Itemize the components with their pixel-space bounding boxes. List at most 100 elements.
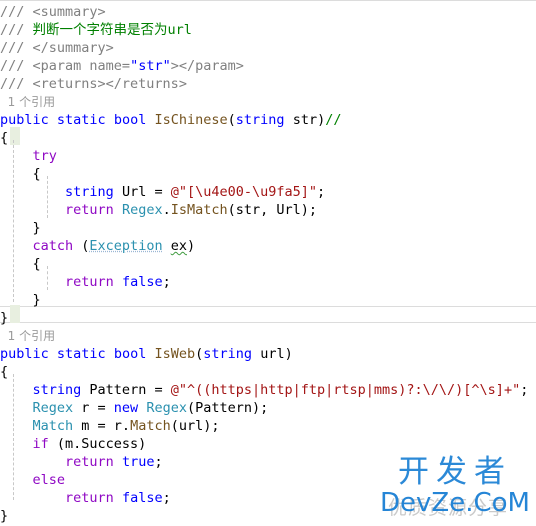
code-line[interactable]: public static bool IsWeb(string url) (0, 344, 536, 364)
code-token-ctrl: catch (32, 238, 74, 254)
code-line[interactable]: Match m = r.Match(url); (0, 416, 536, 436)
code-token-plain: } (0, 220, 41, 236)
code-token-keyword: static (56, 346, 106, 362)
code-line[interactable]: return false; (0, 272, 536, 292)
code-token-plain: (m.Success) (48, 436, 147, 452)
code-line[interactable]: { (0, 254, 536, 274)
code-token-ctrl: else (32, 472, 66, 488)
code-token-ctrl: return (65, 490, 114, 506)
code-line[interactable]: public static bool IsChinese(string str)… (0, 110, 536, 130)
code-line[interactable]: } (0, 506, 536, 526)
code-token-method: IsMatch (170, 202, 228, 218)
code-line[interactable]: 1 个引用 (0, 92, 536, 112)
code-token-string: @"^((https|http|ftp|rtsp|mms)?:\/\/)[^\s… (170, 382, 521, 398)
code-line[interactable]: return Regex.IsMatch(str, Url); (0, 200, 536, 220)
code-token-keyword: public (0, 112, 49, 128)
code-token-comment: // (325, 112, 342, 128)
code-line[interactable]: /// 判断一个字符串是否为url (0, 20, 536, 40)
code-line[interactable]: else (0, 470, 536, 490)
code-line[interactable]: { (0, 164, 536, 184)
code-line[interactable]: /// <returns></returns> (0, 74, 536, 94)
code-token-keyword: new (113, 400, 139, 416)
code-line[interactable]: /// <param name="str"></param> (0, 56, 536, 76)
code-token-string: @"[\u4e00-\u9fa5]" (170, 184, 318, 200)
code-line[interactable]: catch (Exception ex) (0, 236, 536, 256)
code-token-plain: { (0, 364, 9, 380)
code-token-plain: ; (162, 274, 171, 290)
code-token-ctrl: try (32, 148, 57, 164)
code-line[interactable]: string Url = @"[\u4e00-\u9fa5]"; (0, 182, 536, 202)
code-line[interactable]: if (m.Success) (0, 434, 536, 454)
code-token-plain: { (0, 130, 9, 146)
code-line[interactable]: /// </summary> (0, 38, 536, 58)
codelens-reference-count[interactable]: 1 个引用 (0, 329, 55, 343)
code-token-ctrl: return (65, 202, 114, 218)
code-line[interactable]: return true; (0, 452, 536, 472)
code-editor-surface[interactable]: /// <summary>/// 判断一个字符串是否为url/// </summ… (0, 0, 536, 524)
code-token-xmlattr: "str" (130, 58, 171, 74)
code-token-plain: ( (227, 112, 236, 128)
code-token-plain: ; (520, 382, 529, 398)
code-line[interactable]: 1 个引用 (0, 326, 536, 346)
code-token-plain: } (0, 310, 9, 326)
code-line[interactable]: return false; (0, 488, 536, 508)
code-token-ctrl: return (65, 274, 114, 290)
code-line[interactable]: { (0, 362, 536, 382)
code-token-keyword: static (56, 112, 106, 128)
code-line[interactable]: } (0, 290, 536, 310)
code-token-method: Match (130, 418, 171, 434)
code-token-plain: m = r. (73, 418, 131, 434)
code-token-plain: } (0, 292, 41, 308)
code-token-xmldoc: /// (0, 76, 33, 92)
code-token-keyword: string (235, 112, 285, 128)
code-token-plain: (Pattern); (186, 400, 269, 416)
code-token-plain: ) (186, 238, 196, 254)
code-token-keyword: string (32, 382, 82, 398)
code-token-xmldoc: /// (0, 40, 33, 56)
code-token-plain: ; (317, 184, 326, 200)
code-token-xmldoc: </summary> (32, 40, 114, 56)
code-token-xmldoc: /// (0, 22, 33, 38)
code-token-xmldoc: <returns></returns> (32, 76, 187, 92)
code-line[interactable]: } (0, 218, 536, 238)
code-token-ctrl: return (65, 454, 114, 470)
code-token-xmldoc: /// (0, 58, 33, 74)
code-line[interactable]: try (0, 146, 536, 166)
code-token-plain: (url); (170, 418, 220, 434)
code-token-plain: Pattern = (81, 382, 171, 398)
code-token-xmldoc: <param name= (32, 58, 131, 74)
code-line[interactable]: } (0, 308, 536, 328)
code-line[interactable]: /// <summary> (0, 2, 536, 22)
code-token-type: Regex (146, 400, 187, 416)
code-token-method: IsChinese (154, 112, 228, 128)
code-token-keyword: false (121, 274, 163, 290)
codelens-reference-count[interactable]: 1 个引用 (0, 95, 55, 109)
code-line[interactable]: string Pattern = @"^((https|http|ftp|rts… (0, 380, 536, 400)
code-line[interactable]: Regex r = new Regex(Pattern); (0, 398, 536, 418)
code-token-keyword: public (0, 346, 49, 362)
code-token-plain: . (162, 202, 171, 218)
code-token-xmldoc: ></param> (170, 58, 244, 74)
sep-top (0, 0, 536, 1)
code-token-plain: { (0, 256, 41, 272)
code-token-xmldoc: /// (0, 4, 33, 20)
code-line[interactable]: { (0, 128, 536, 148)
